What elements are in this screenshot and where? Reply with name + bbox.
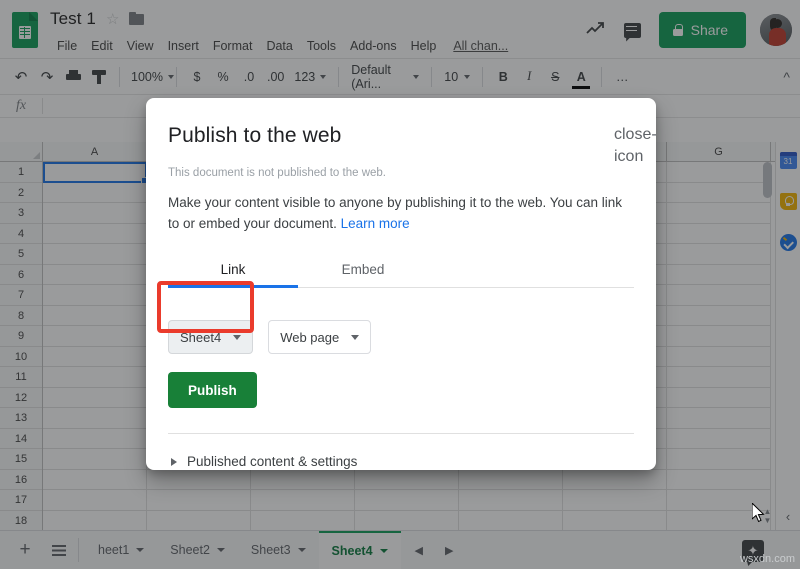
dialog-divider	[168, 433, 634, 434]
mouse-cursor	[752, 503, 766, 523]
format-select-dropdown[interactable]: Web page	[268, 320, 371, 354]
published-content-settings-toggle[interactable]: Published content & settings	[168, 454, 634, 469]
dialog-title: Publish to the web	[168, 98, 634, 148]
publish-status-text: This document is not published to the we…	[168, 167, 634, 179]
annotation-highlight-box	[157, 281, 254, 333]
learn-more-link[interactable]: Learn more	[341, 216, 410, 231]
format-select-value: Web page	[280, 330, 339, 345]
triangle-right-icon	[171, 458, 177, 466]
chevron-down-icon	[233, 335, 241, 340]
publish-button[interactable]: Publish	[168, 372, 257, 408]
dialog-description: Make your content visible to anyone by p…	[168, 192, 634, 234]
watermark: wsxdn.com	[740, 553, 795, 565]
tab-embed[interactable]: Embed	[298, 256, 428, 287]
chevron-down-icon	[351, 335, 359, 340]
published-content-settings-label: Published content & settings	[187, 454, 357, 469]
close-icon[interactable]: close-icon	[614, 124, 636, 146]
